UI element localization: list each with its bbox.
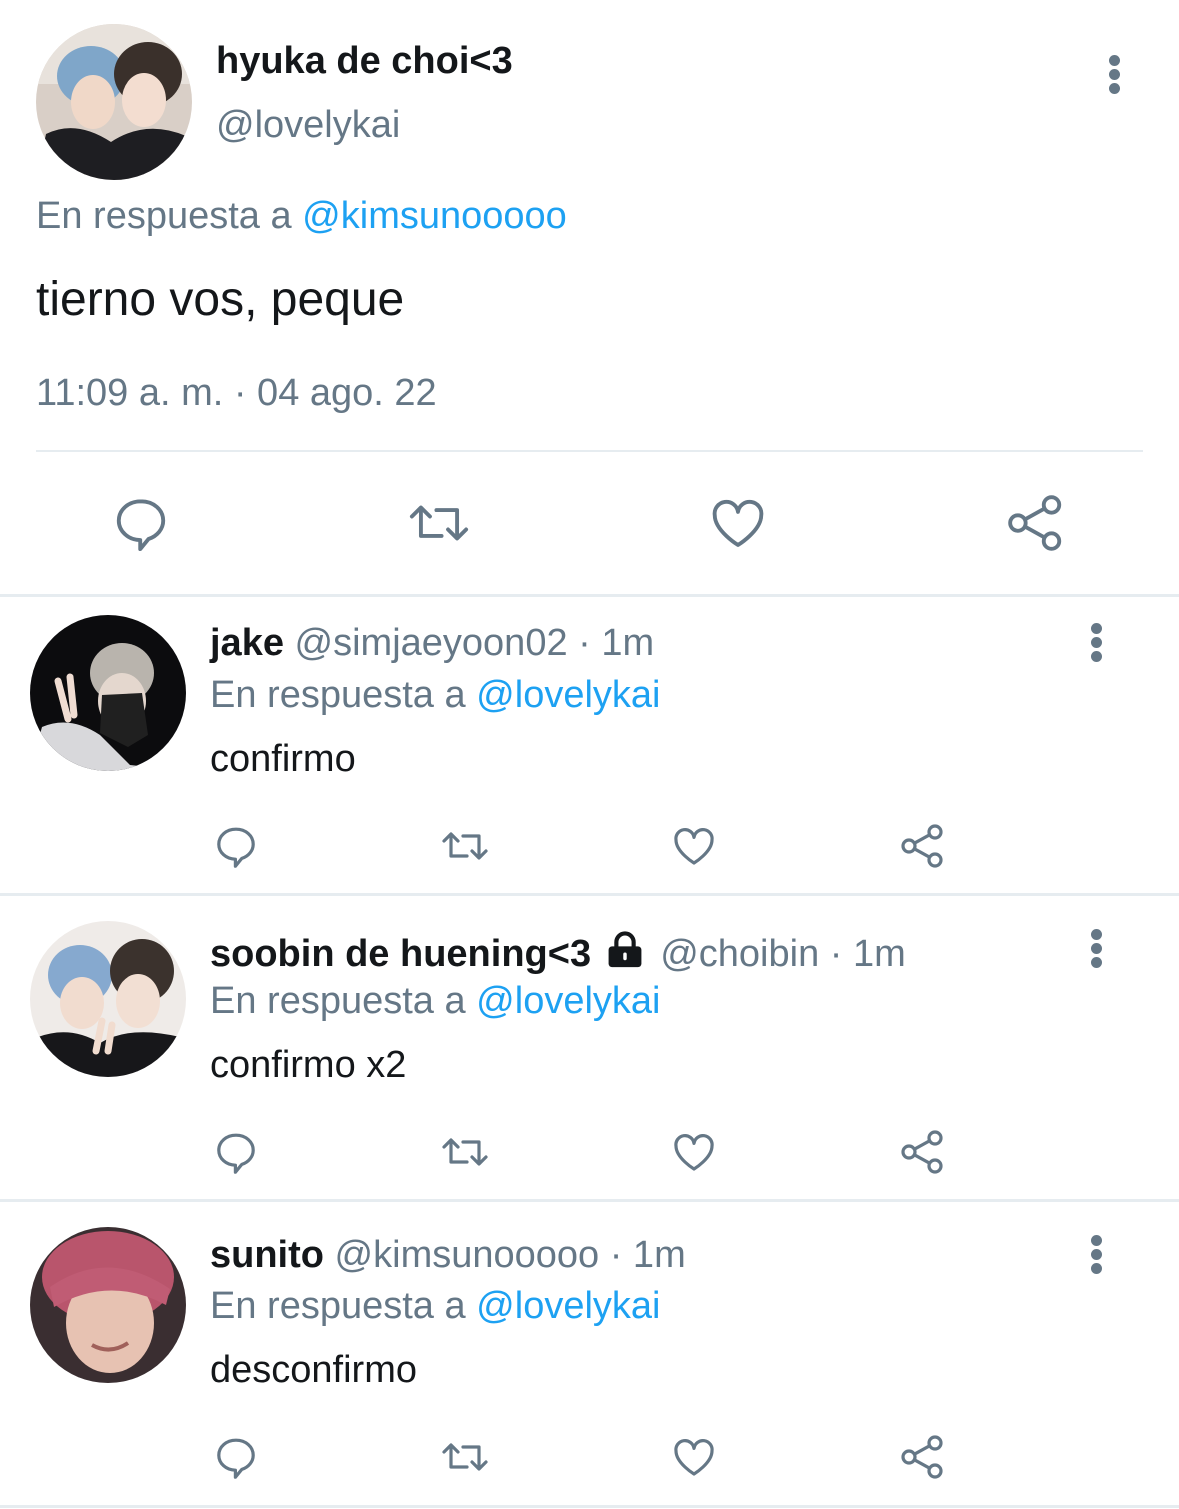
retweet-icon[interactable] bbox=[438, 1433, 492, 1486]
reply-handle[interactable]: @simjaeyoon02 bbox=[295, 622, 568, 664]
reply-text: desconfirmo bbox=[210, 1349, 417, 1391]
main-tweet-timestamp[interactable]: 11:09 a. m. · 04 ago. 22 bbox=[36, 372, 437, 415]
reply-avatar[interactable] bbox=[30, 1227, 186, 1383]
share-icon[interactable] bbox=[899, 1433, 947, 1486]
reply-prefix: En respuesta a bbox=[210, 1285, 466, 1327]
reply-more-options-icon[interactable] bbox=[1082, 924, 1112, 974]
reply-context: En respuesta a @lovelykai bbox=[210, 674, 660, 717]
reply-display-name[interactable]: jake bbox=[210, 622, 284, 664]
reply-divider bbox=[0, 893, 1179, 896]
main-tweet-reply-context: En respuesta a @kimsunooooo bbox=[36, 195, 567, 238]
reply-time: · 1m bbox=[609, 1234, 686, 1276]
main-tweet-display-name[interactable]: hyuka de choi<3 bbox=[216, 40, 513, 83]
reply-context: En respuesta a @lovelykai bbox=[210, 980, 660, 1023]
reply-display-name[interactable]: sunito bbox=[210, 1234, 324, 1276]
main-tweet-text: tierno vos, peque bbox=[36, 273, 405, 326]
reply-header: jake @simjaeyoon02 · 1m bbox=[210, 622, 654, 665]
share-icon[interactable] bbox=[899, 1128, 947, 1181]
like-icon[interactable] bbox=[669, 822, 719, 875]
retweet-icon[interactable] bbox=[438, 822, 492, 875]
reply-more-options-icon[interactable] bbox=[1082, 618, 1112, 668]
reply-avatar[interactable] bbox=[30, 921, 186, 1077]
reply-context: En respuesta a @lovelykai bbox=[210, 1285, 660, 1328]
reply-time: · 1m bbox=[829, 933, 906, 975]
reply-to-link[interactable]: @lovelykai bbox=[476, 674, 660, 716]
main-retweet-icon[interactable] bbox=[406, 492, 472, 559]
reply-time: · 1m bbox=[578, 622, 655, 664]
main-tweet-handle[interactable]: @lovelykai bbox=[216, 104, 400, 147]
reply-prefix: En respuesta a bbox=[36, 195, 292, 237]
like-icon[interactable] bbox=[669, 1128, 719, 1181]
reply-icon[interactable] bbox=[212, 1433, 260, 1486]
reply-to-link[interactable]: @lovelykai bbox=[476, 980, 660, 1022]
reply-text: confirmo x2 bbox=[210, 1044, 407, 1086]
main-tweet-more-options-icon[interactable] bbox=[1100, 50, 1130, 100]
like-icon[interactable] bbox=[669, 1433, 719, 1486]
reply-text: confirmo bbox=[210, 738, 356, 780]
reply-more-options-icon[interactable] bbox=[1082, 1230, 1112, 1280]
reply-header: sunito @kimsunooooo · 1m bbox=[210, 1234, 686, 1277]
main-tweet-divider bbox=[36, 450, 1143, 452]
reply-to-link[interactable]: @lovelykai bbox=[476, 1285, 660, 1327]
reply-prefix: En respuesta a bbox=[210, 980, 466, 1022]
reply-divider bbox=[0, 1199, 1179, 1202]
lock-icon bbox=[604, 930, 646, 978]
main-like-icon[interactable] bbox=[707, 492, 769, 559]
main-reply-icon[interactable] bbox=[110, 492, 172, 559]
main-tweet-avatar[interactable] bbox=[36, 24, 192, 180]
reply-header: soobin de huening<3 @choibin · 1m bbox=[210, 930, 906, 978]
section-divider bbox=[0, 594, 1179, 597]
reply-icon[interactable] bbox=[212, 822, 260, 875]
retweet-icon[interactable] bbox=[438, 1128, 492, 1181]
reply-handle[interactable]: @choibin bbox=[660, 933, 819, 975]
main-share-icon[interactable] bbox=[1005, 492, 1067, 559]
reply-handle[interactable]: @kimsunooooo bbox=[335, 1234, 600, 1276]
reply-to-link[interactable]: @kimsunooooo bbox=[302, 195, 567, 237]
reply-prefix: En respuesta a bbox=[210, 674, 466, 716]
share-icon[interactable] bbox=[899, 822, 947, 875]
reply-avatar[interactable] bbox=[30, 615, 186, 771]
reply-divider bbox=[0, 1505, 1179, 1508]
reply-display-name[interactable]: soobin de huening<3 bbox=[210, 933, 591, 975]
reply-icon[interactable] bbox=[212, 1128, 260, 1181]
